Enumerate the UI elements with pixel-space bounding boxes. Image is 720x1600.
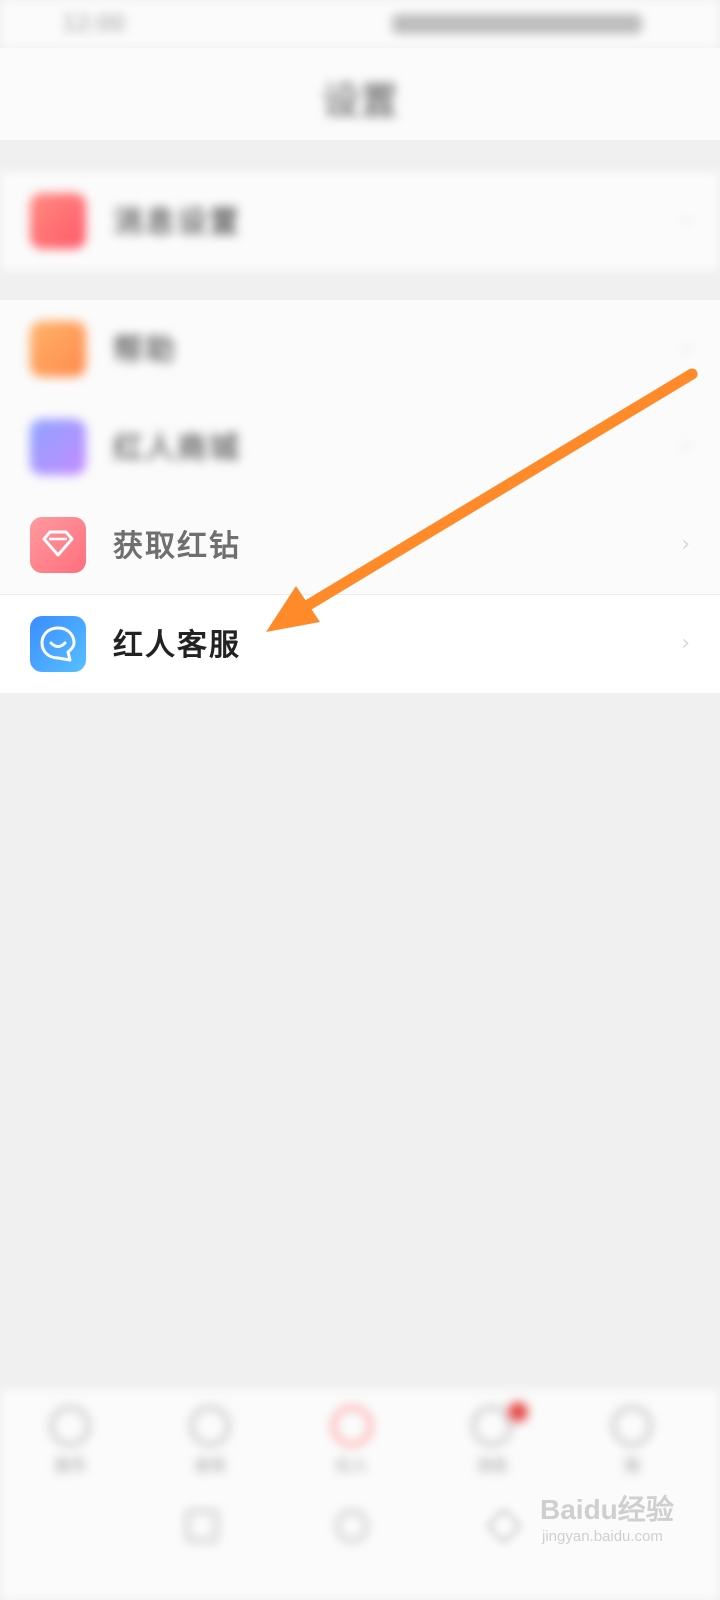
annotation-arrow-icon: [266, 368, 698, 632]
